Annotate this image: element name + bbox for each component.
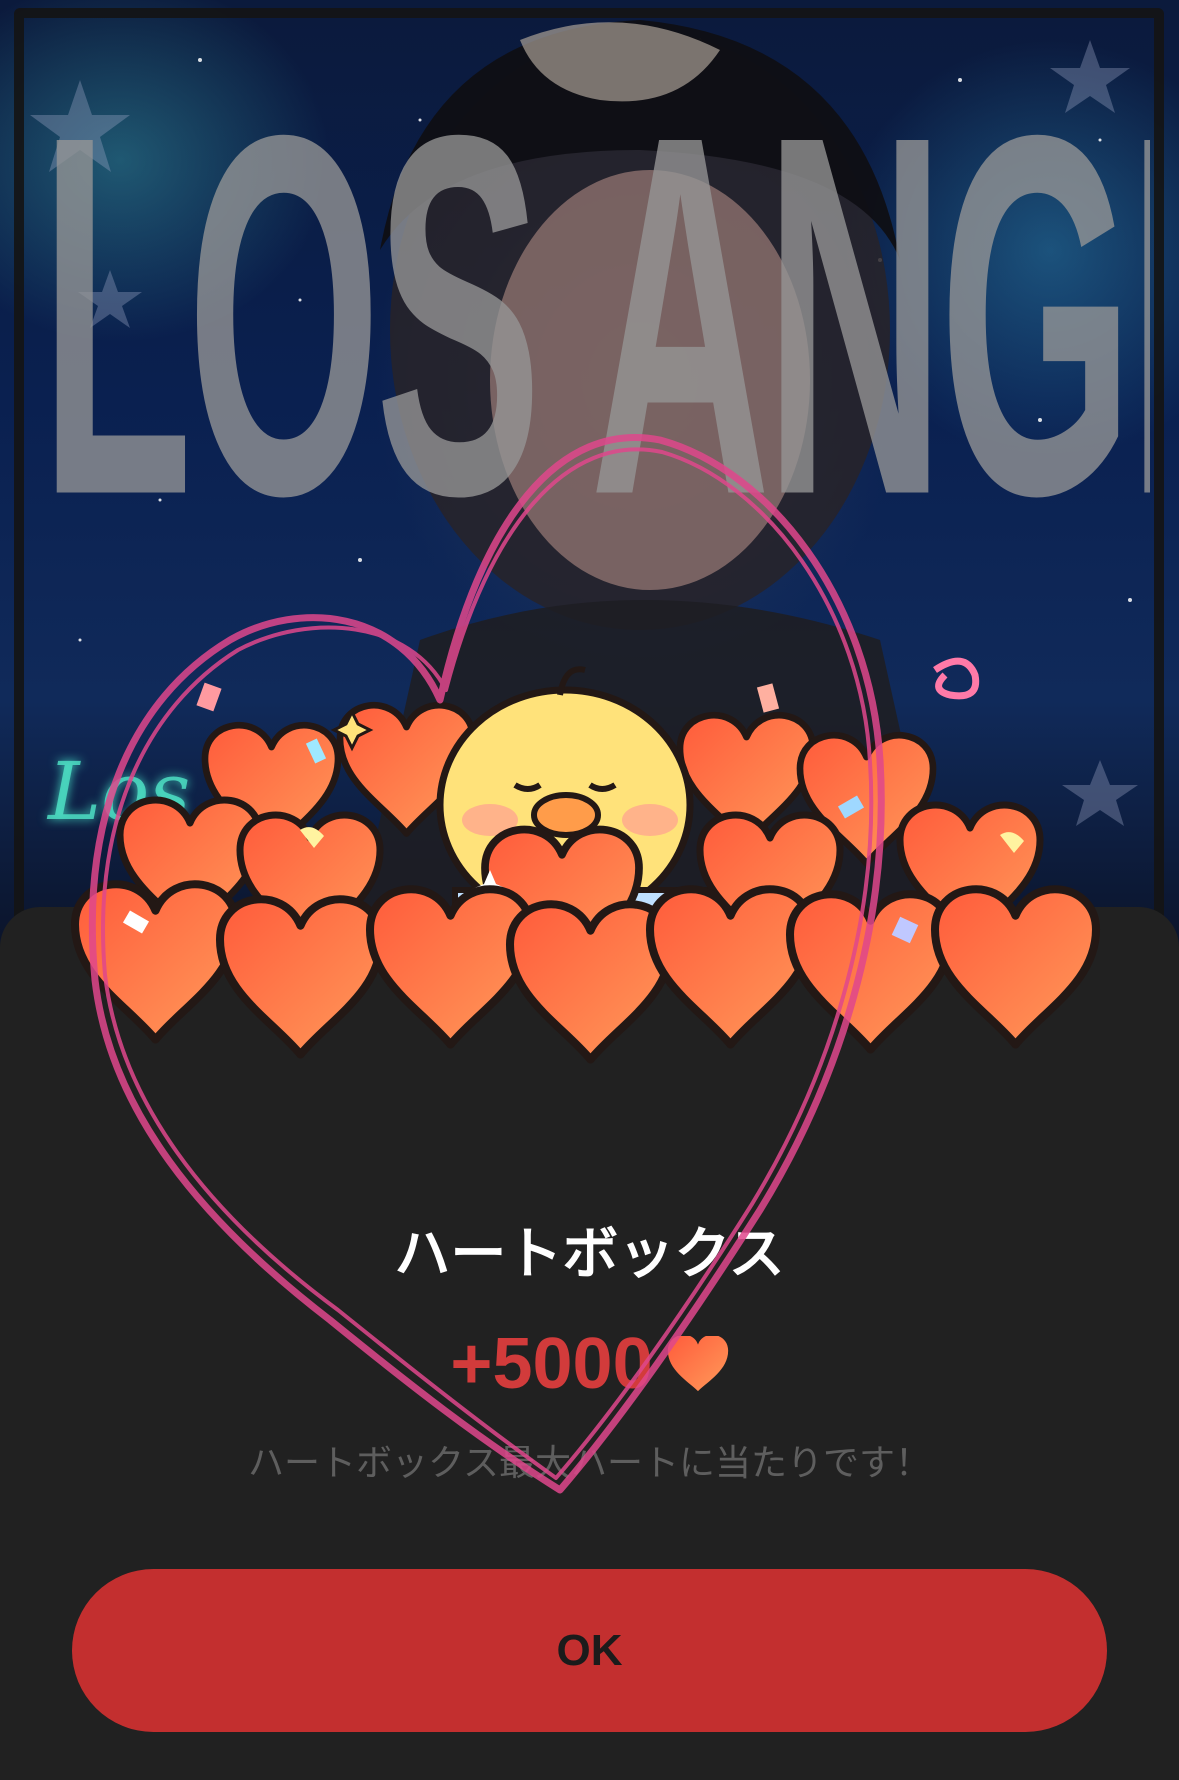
heart-box-illustration xyxy=(0,657,1179,1160)
poster-big-text: LOS ANGELES xyxy=(40,60,1150,602)
dialog-message: ハートボックス最大ハートに当たりです！ xyxy=(248,1443,931,1484)
heart-icon xyxy=(667,1336,728,1392)
reward-amount: +5000 xyxy=(450,1324,653,1404)
dialog-title: ハートボックス xyxy=(394,1222,785,1287)
reward-row: +5000 xyxy=(0,1322,1179,1406)
ok-button[interactable]: OK xyxy=(72,1569,1107,1732)
